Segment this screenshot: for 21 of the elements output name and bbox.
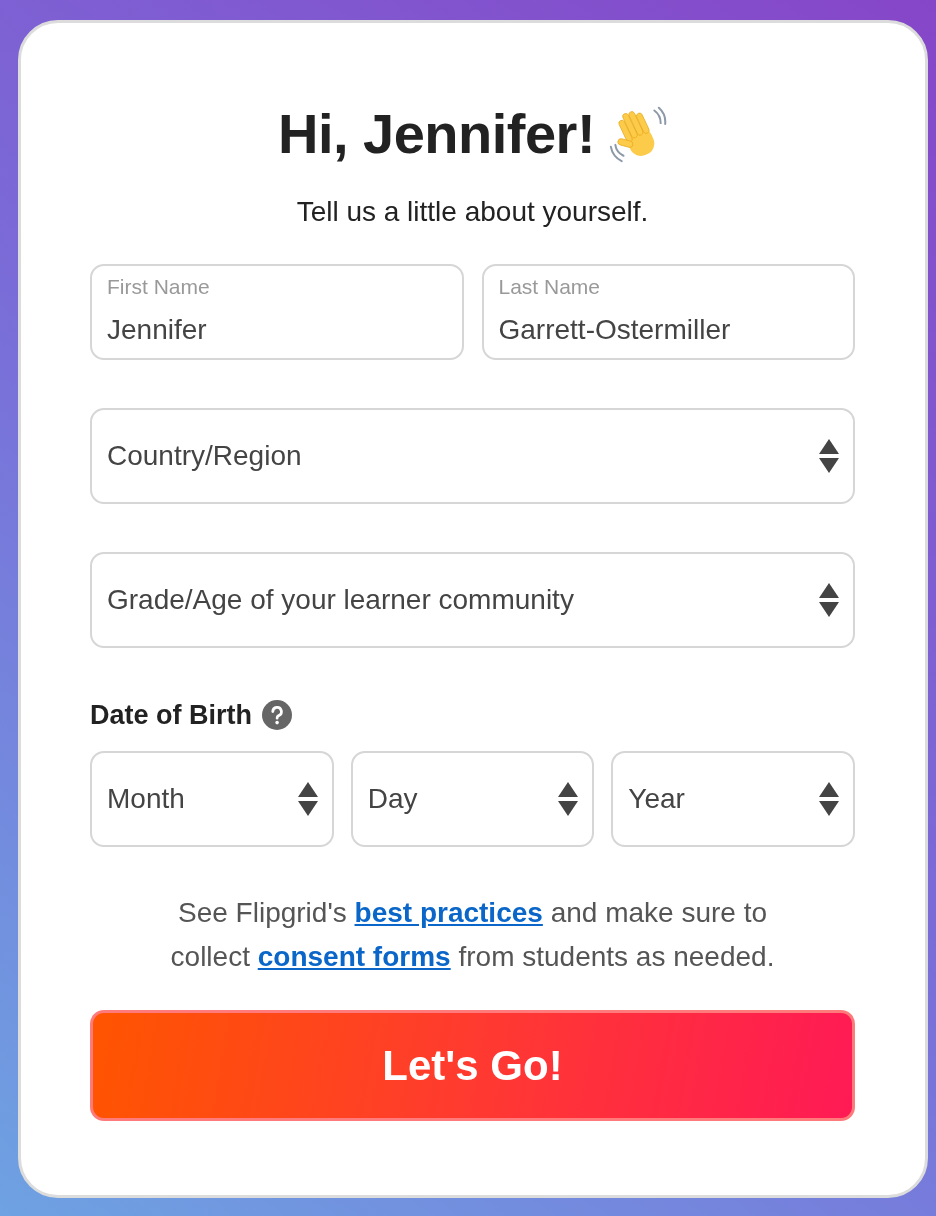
field-label: Last Name bbox=[498, 275, 601, 299]
waving-hand-icon bbox=[609, 105, 668, 163]
up-down-arrows-icon bbox=[819, 439, 839, 473]
consent-notice: See Flipgrid's best practices and make sure to collect consent forms from students as needed. bbox=[169, 896, 776, 974]
up-down-arrows-icon bbox=[297, 782, 318, 816]
dropdown[interactable]: Month bbox=[90, 751, 334, 847]
up-down-arrows-icon bbox=[819, 782, 839, 816]
help-icon[interactable] bbox=[262, 700, 292, 730]
dropdown[interactable]: Country/Region bbox=[90, 408, 855, 504]
submit-button[interactable]: Let's Go! bbox=[90, 1010, 855, 1121]
dropdown[interactable]: Grade/Age of your learner community bbox=[90, 552, 855, 648]
greeting-title: Hi, Jennifer! bbox=[277, 104, 596, 164]
up-down-arrows-icon bbox=[819, 583, 839, 617]
field-label: First Name bbox=[107, 275, 210, 299]
text-link[interactable]: best practices bbox=[354, 897, 543, 928]
subtitle: Tell us a little about yourself. bbox=[295, 196, 650, 228]
up-down-arrows-icon bbox=[558, 782, 579, 816]
dropdown[interactable]: Year bbox=[611, 751, 855, 847]
dropdown[interactable]: Day bbox=[350, 751, 595, 847]
section-label: Date of Birth bbox=[90, 699, 252, 731]
text-link[interactable]: consent forms bbox=[257, 941, 451, 972]
